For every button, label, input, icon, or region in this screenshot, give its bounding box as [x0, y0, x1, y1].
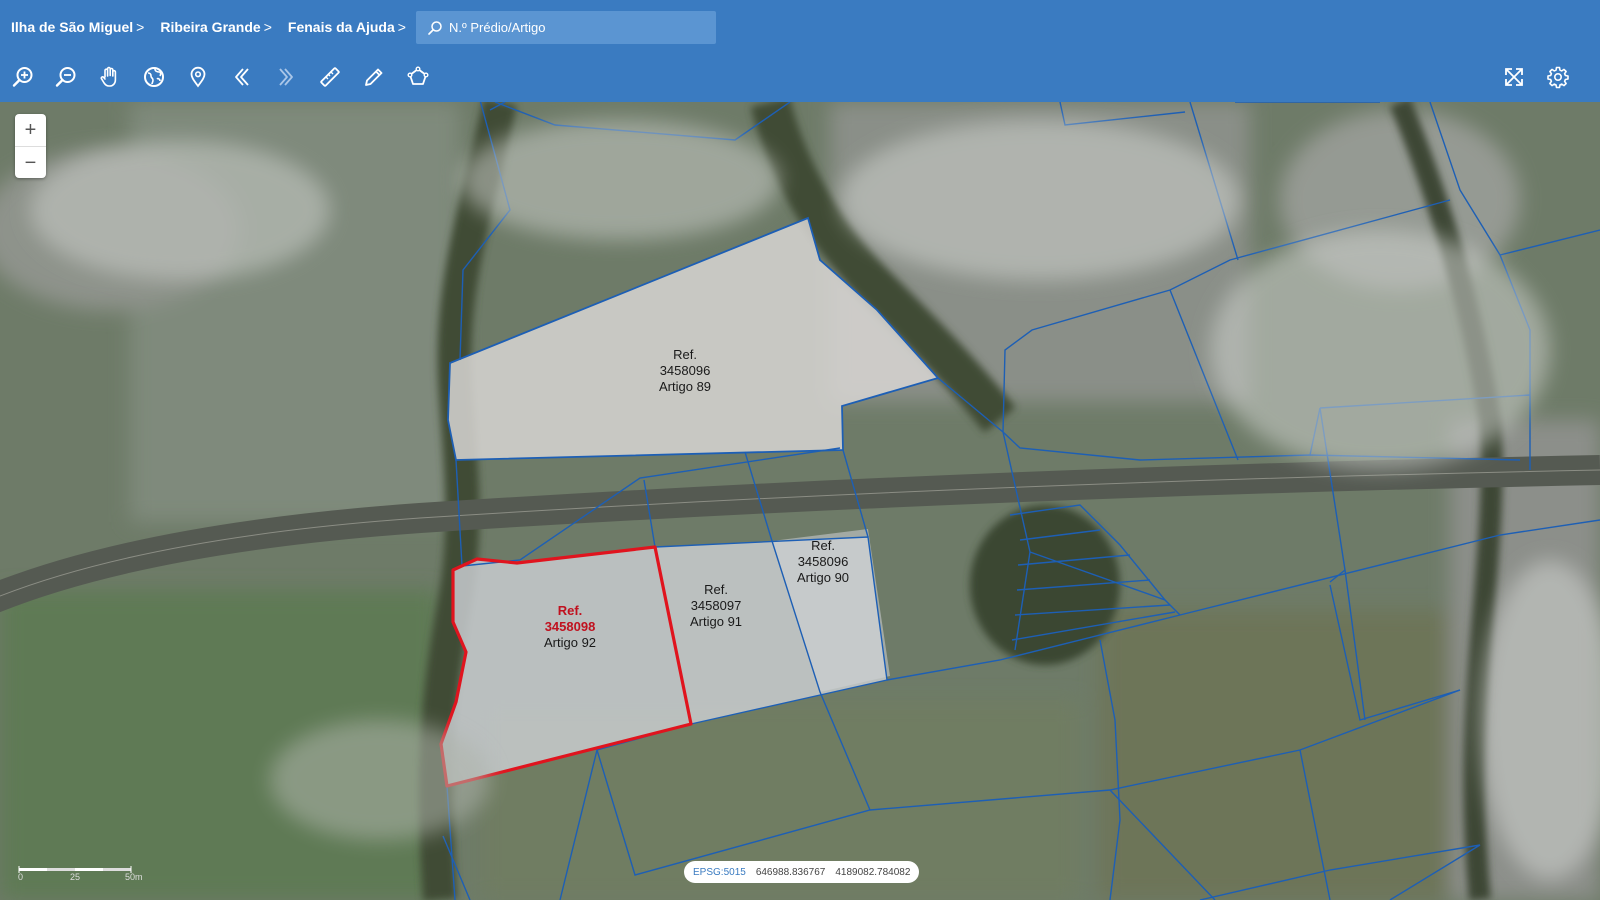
fullscreen-icon [1505, 68, 1523, 86]
polygon-icon [407, 66, 429, 85]
next-extent-button[interactable] [273, 64, 299, 90]
previous-extent-button[interactable] [229, 64, 255, 90]
chevron-right-icon: > [263, 19, 272, 35]
globe-icon [144, 67, 164, 87]
search-icon [428, 20, 442, 35]
ruler-icon [320, 67, 340, 87]
breadcrumb: Ilha de São Miguel > Ribeira Grande > Fe… [11, 17, 422, 37]
location-pin-icon [190, 66, 206, 88]
parcel-number: 3458097 [690, 598, 742, 613]
parcel-label-3458097-91: Ref. 3458097 Artigo 91 [690, 582, 742, 630]
parcel-ref: Ref. [704, 582, 728, 597]
zoom-in-button[interactable] [10, 64, 36, 90]
parcel-artigo: Artigo 89 [659, 379, 712, 394]
search-input[interactable] [449, 20, 699, 35]
top-bar: Ilha de São Miguel > Ribeira Grande > Fe… [0, 0, 1600, 102]
coordinate-x: 646988.836767 [755, 866, 826, 878]
parcel-number: 3458096 [797, 554, 849, 569]
parcel-number: 3458098 [544, 619, 596, 634]
parcel-artigo: Artigo 91 [690, 614, 743, 629]
breadcrumb-municipality[interactable]: Ribeira Grande > [160, 19, 272, 35]
parcel-label-3458098-92: Ref. 3458098 Artigo 92 [544, 603, 596, 651]
chevron-right-icon: > [136, 19, 145, 35]
aerial-map [0, 102, 1600, 900]
parcel-number: 3458096 [659, 363, 711, 378]
scale-label: 25 [70, 872, 81, 882]
globe-button[interactable] [141, 64, 167, 90]
location-button[interactable] [185, 64, 211, 90]
breadcrumb-municipality-label: Ribeira Grande [160, 19, 261, 35]
polygon-select-button[interactable] [405, 64, 431, 90]
scale-label: 50m [125, 872, 143, 882]
breadcrumb-parish[interactable]: Fenais da Ajuda > [288, 19, 406, 35]
pan-button[interactable] [97, 64, 123, 90]
coordinate-y: 4189082.784082 [835, 866, 911, 878]
epsg-code[interactable]: EPSG:5015 [693, 867, 746, 878]
zoom-in-icon [12, 67, 33, 87]
parcel-label-3458096-90: Ref. 3458096 Artigo 90 [797, 538, 849, 586]
draw-button[interactable] [361, 64, 387, 90]
scale-label: 0 [18, 872, 24, 882]
zoom-out-map-button[interactable]: − [15, 146, 46, 179]
parcel-ref: Ref. [811, 538, 835, 553]
zoom-in-map-button[interactable]: + [15, 114, 46, 146]
zoom-control: + − [15, 114, 46, 178]
parcel-artigo: Artigo 90 [797, 570, 850, 585]
pencil-icon [365, 68, 383, 86]
chevron-right-icon: > [397, 19, 406, 35]
settings-button[interactable] [1545, 64, 1571, 90]
zoom-out-icon [55, 67, 76, 87]
parcel-artigo: Artigo 92 [544, 635, 597, 650]
parcel-ref: Ref. [673, 347, 697, 362]
parcel-ref: Ref. [557, 603, 583, 618]
map-canvas[interactable]: Ref. 3458096 Artigo 89 Ref. 3458096 Arti… [0, 102, 1600, 900]
search-box[interactable] [416, 11, 716, 44]
settings-gear-icon [1547, 66, 1569, 89]
fullscreen-button[interactable] [1501, 64, 1527, 90]
scale-bar: 0 25 50m [18, 862, 143, 882]
parcel-label-3458096-89: Ref. 3458096 Artigo 89 [659, 347, 711, 395]
chevron-left-icon [235, 68, 249, 86]
coordinate-readout: EPSG:5015 646988.836767 4189082.784082 [684, 861, 920, 883]
pan-hand-icon [100, 66, 117, 87]
breadcrumb-island[interactable]: Ilha de São Miguel > [11, 19, 144, 35]
zoom-out-button[interactable] [53, 64, 79, 90]
chevron-right-icon [279, 68, 293, 86]
breadcrumb-parish-label: Fenais da Ajuda [287, 19, 395, 35]
breadcrumb-island-label: Ilha de São Miguel [11, 19, 134, 35]
measure-button[interactable] [317, 64, 343, 90]
